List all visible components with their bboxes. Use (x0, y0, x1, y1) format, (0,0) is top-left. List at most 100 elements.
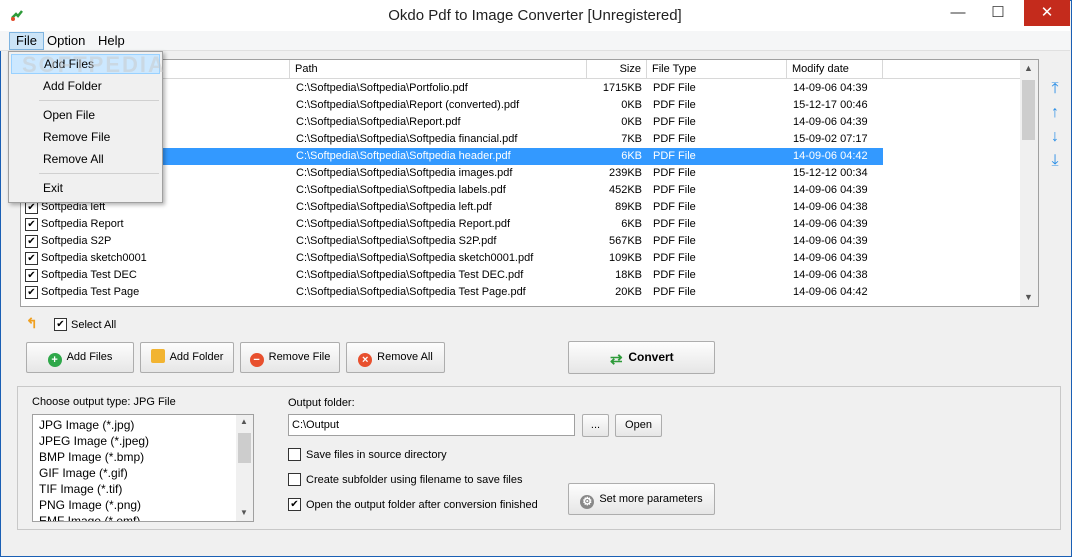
output-format-list[interactable]: JPG Image (*.jpg) JPEG Image (*.jpeg) BMP … (32, 414, 254, 522)
cell-date: 14-09-06 04:39 (793, 252, 868, 264)
menu-item-add-folder[interactable]: Add Folder (11, 76, 160, 96)
open-folder-button[interactable]: Open (615, 414, 662, 437)
cell-path: C:\Softpedia\Softpedia\Softpedia sketch0… (296, 252, 534, 264)
menu-item-remove-file[interactable]: Remove File (11, 127, 160, 147)
cell-date: 14-09-06 04:38 (793, 269, 868, 281)
format-item[interactable]: EMF Image (*.emf) (39, 513, 140, 521)
list-scroll-thumb[interactable] (1022, 80, 1035, 140)
row-checkbox[interactable]: ✔ (25, 286, 38, 299)
cell-type: PDF File (653, 133, 696, 145)
menu-bar: File Option Help (0, 31, 1070, 51)
subfolder-checkbox[interactable] (288, 473, 301, 486)
format-item[interactable]: TIF Image (*.tif) (39, 481, 122, 497)
table-row[interactable]: ✔ Softpedia Report C:\Softpedia\Softpedia\… (21, 216, 883, 233)
add-folder-button[interactable]: Add Folder (140, 342, 234, 373)
column-header-size[interactable]: Size (587, 60, 647, 79)
cell-date: 14-09-06 04:39 (793, 218, 868, 230)
cell-path: C:\Softpedia\Softpedia\Softpedia S2P.pdf (296, 235, 497, 247)
table-row[interactable]: ✔ Softpedia Test DEC C:\Softpedia\Softpedi… (21, 267, 883, 284)
add-files-button[interactable]: + Add Files (26, 342, 134, 373)
cell-size: 0KB (621, 99, 642, 111)
column-header-type[interactable]: File Type (647, 60, 787, 79)
title-bar: Okdo Pdf to Image Converter [Unregistere… (0, 0, 1070, 31)
cell-date: 14-09-06 04:39 (793, 235, 868, 247)
format-item[interactable]: JPG Image (*.jpg) (39, 417, 134, 433)
cell-path: C:\Softpedia\Softpedia\Report.pdf (296, 116, 461, 128)
format-item[interactable]: BMP Image (*.bmp) (39, 449, 144, 465)
subfolder-label: Create subfolder using filename to save … (306, 474, 523, 486)
cell-type: PDF File (653, 116, 696, 128)
table-row[interactable]: ✔ Softpedia S2P C:\Softpedia\Softpedia\Sof… (21, 233, 883, 250)
remove-all-button[interactable]: × Remove All (346, 342, 445, 373)
cell-type: PDF File (653, 218, 696, 230)
menu-separator (39, 100, 159, 101)
folder-icon (150, 349, 165, 363)
format-scroll-thumb[interactable] (238, 433, 251, 463)
cell-date: 14-09-06 04:38 (793, 201, 868, 213)
menu-item-remove-all[interactable]: Remove All (11, 149, 160, 169)
row-checkbox[interactable]: ✔ (25, 218, 38, 231)
format-scroll-up-icon[interactable]: ▲ (240, 417, 248, 426)
cell-type: PDF File (653, 99, 696, 111)
convert-button[interactable]: ⇄ Convert (568, 341, 715, 374)
cell-size: 567KB (608, 235, 642, 247)
convert-icon: ⇄ (610, 351, 623, 368)
list-scrollbar[interactable]: ▲ ▼ (1020, 60, 1038, 306)
cell-type: PDF File (653, 150, 696, 162)
table-row[interactable]: ✔ Softpedia Test Page C:\Softpedia\Softped… (21, 284, 883, 301)
remove-file-button[interactable]: − Remove File (240, 342, 340, 373)
add-icon: + (47, 353, 62, 367)
menu-option[interactable]: Option (41, 32, 91, 50)
cell-date: 14-09-06 04:42 (793, 286, 868, 298)
menu-item-open-file[interactable]: Open File (11, 105, 160, 125)
table-row[interactable]: ✔ Softpedia sketch0001 C:\Softpedia\Softpe… (21, 250, 883, 267)
browse-button[interactable]: ... (582, 414, 609, 437)
cell-type: PDF File (653, 184, 696, 196)
output-type-label: Choose output type: JPG File (32, 396, 176, 408)
cell-path: C:\Softpedia\Softpedia\Softpedia labels.… (296, 184, 506, 196)
cell-date: 15-12-17 00:46 (793, 99, 868, 111)
minimize-button[interactable]: — (938, 0, 978, 26)
file-list[interactable]: Path Size File Type Modify date ✔ C:\Soft… (20, 59, 1039, 307)
cell-date: 15-12-12 00:34 (793, 167, 868, 179)
output-folder-input[interactable] (288, 414, 575, 436)
scroll-up-icon[interactable]: ▲ (1024, 63, 1033, 73)
format-scrollbar[interactable]: ▲ ▼ (236, 415, 253, 521)
cell-type: PDF File (653, 269, 696, 281)
move-bottom-icon[interactable]: ⤓ (1046, 152, 1064, 170)
row-checkbox[interactable]: ✔ (25, 252, 38, 265)
format-item[interactable]: GIF Image (*.gif) (39, 465, 128, 481)
remove-file-label: Remove File (268, 351, 331, 363)
row-checkbox[interactable]: ✔ (25, 269, 38, 282)
cell-size: 20KB (615, 286, 642, 298)
close-button[interactable]: ✕ (1024, 0, 1070, 26)
menu-help[interactable]: Help (92, 32, 131, 50)
menu-file[interactable]: File (9, 32, 44, 50)
cell-size: 89KB (615, 201, 642, 213)
row-checkbox[interactable]: ✔ (25, 235, 38, 248)
cell-path: C:\Softpedia\Softpedia\Portfolio.pdf (296, 82, 468, 94)
move-up-icon[interactable]: ↑ (1046, 104, 1064, 122)
menu-item-exit[interactable]: Exit (11, 178, 160, 198)
go-up-folder-icon[interactable]: ↰ (26, 316, 42, 330)
format-item[interactable]: JPEG Image (*.jpeg) (39, 433, 149, 449)
column-header-filler (883, 60, 1020, 79)
cell-date: 14-09-06 04:39 (793, 82, 868, 94)
move-top-icon[interactable]: ⤒ (1046, 80, 1064, 98)
format-item[interactable]: PNG Image (*.png) (39, 497, 141, 513)
column-header-path[interactable]: Path (290, 60, 587, 79)
select-all-checkbox[interactable]: ✔ (54, 318, 67, 331)
cell-date: 14-09-06 04:39 (793, 184, 868, 196)
source-dir-checkbox[interactable] (288, 448, 301, 461)
cell-size: 7KB (621, 133, 642, 145)
column-header-date[interactable]: Modify date (787, 60, 883, 79)
open-after-checkbox[interactable]: ✔ (288, 498, 301, 511)
more-parameters-button[interactable]: ⚙ Set more parameters (568, 483, 715, 515)
remove-all-icon: × (358, 353, 373, 367)
source-dir-label: Save files in source directory (306, 449, 447, 461)
scroll-down-icon[interactable]: ▼ (1024, 292, 1033, 302)
add-files-label: Add Files (66, 351, 113, 363)
maximize-button[interactable]: ☐ (978, 0, 1018, 26)
format-scroll-down-icon[interactable]: ▼ (240, 508, 248, 517)
move-down-icon[interactable]: ↓ (1046, 128, 1064, 146)
